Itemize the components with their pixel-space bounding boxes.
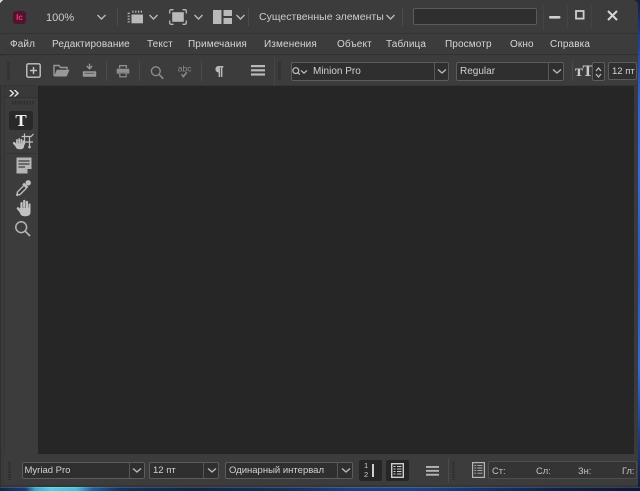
svg-text:abc: abc <box>178 64 192 74</box>
